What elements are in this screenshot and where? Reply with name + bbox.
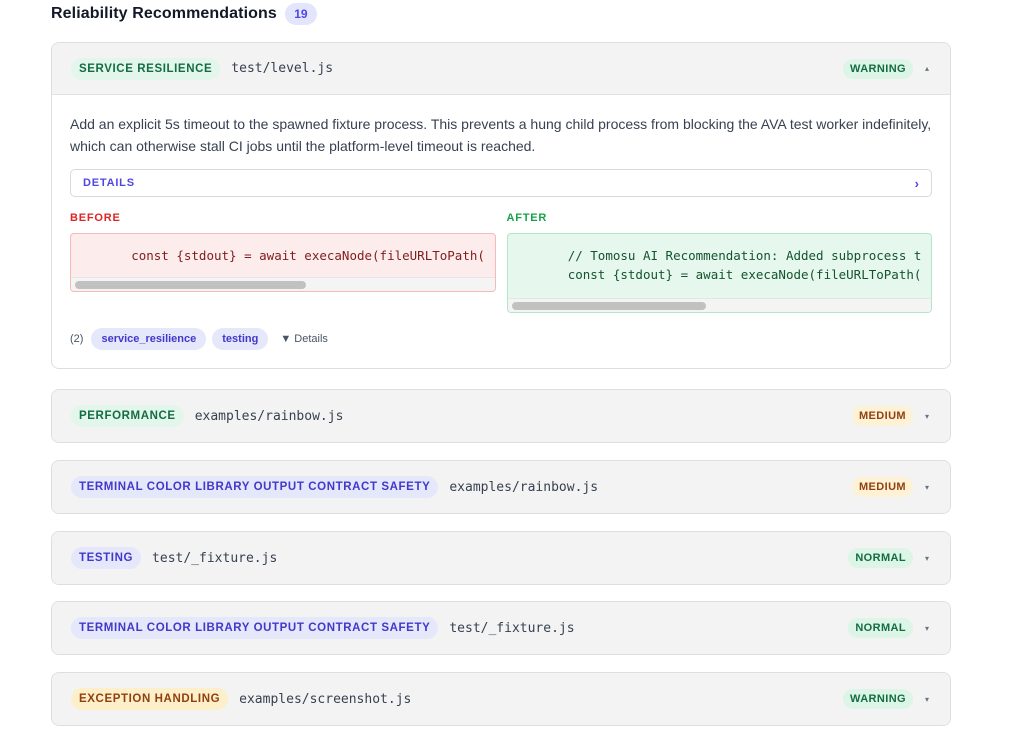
recommendation-description: Add an explicit 5s timeout to the spawne… [70,116,932,154]
tag-count: (2) [70,333,84,345]
tag-chip[interactable]: testing [212,328,269,350]
file-path: examples/rainbow.js [449,479,599,495]
after-code: // Tomosu AI Recommendation: Added subpr… [567,248,922,282]
expand-caret-icon[interactable]: ▾ [923,412,931,421]
before-horizontal-scrollbar[interactable] [71,277,495,291]
details-toggle[interactable]: ▼ Details [280,333,328,345]
file-path: test/_fixture.js [152,550,278,566]
expand-caret-icon[interactable]: ▾ [923,695,931,704]
scrollbar-thumb[interactable] [511,302,706,310]
category-badge: TESTING [71,547,142,569]
recommendation-card[interactable]: TERMINAL COLOR LIBRARY OUTPUT CONTRACT S… [51,601,951,655]
collapse-caret-icon[interactable]: ▴ [923,64,931,73]
card-header[interactable]: TERMINAL COLOR LIBRARY OUTPUT CONTRACT S… [52,602,950,654]
scrollbar-thumb[interactable] [75,281,306,289]
severity-badge: NORMAL [848,548,913,568]
tag-row: (2) service_resilience testing ▼ Details [70,328,932,350]
severity-badge: MEDIUM [851,477,913,497]
category-badge: TERMINAL COLOR LIBRARY OUTPUT CONTRACT S… [71,476,439,498]
category-badge: SERVICE RESILIENCE [71,57,221,80]
after-label: AFTER [506,212,548,224]
recommendation-card[interactable]: EXCEPTION HANDLING examples/screenshot.j… [51,672,951,726]
category-badge: TERMINAL COLOR LIBRARY OUTPUT CONTRACT S… [71,617,439,639]
file-path: examples/rainbow.js [194,408,344,424]
section-header: Reliability Recommendations 19 [51,2,317,26]
code-comparison: BEFORE const {stdout} = await execaNode(… [70,212,932,313]
category-badge: EXCEPTION HANDLING [71,688,229,710]
recommendation-count-badge: 19 [284,3,317,25]
expand-caret-icon[interactable]: ▾ [923,554,931,563]
details-expander[interactable]: DETAILS › [70,169,932,197]
recommendation-card[interactable]: TESTING test/_fixture.js NORMAL ▾ [51,531,951,585]
file-path: examples/screenshot.js [239,691,412,707]
severity-badge: WARNING [843,689,913,709]
details-label: DETAILS [83,177,135,189]
after-code-block: // Tomosu AI Recommendation: Added subpr… [506,233,932,313]
after-pane: AFTER // Tomosu AI Recommendation: Added… [506,212,932,313]
chevron-right-icon: › [914,175,919,191]
recommendation-card[interactable]: TERMINAL COLOR LIBRARY OUTPUT CONTRACT S… [51,460,951,514]
severity-badge: NORMAL [848,618,913,638]
severity-badge: WARNING [843,58,913,79]
before-code: const {stdout} = await execaNode(fileURL… [71,248,485,263]
card-header[interactable]: PERFORMANCE examples/rainbow.js MEDIUM ▾ [52,390,950,442]
card-body: Add an explicit 5s timeout to the spawne… [52,95,950,368]
section-title: Reliability Recommendations [51,5,277,22]
before-label: BEFORE [70,212,121,224]
card-header[interactable]: TESTING test/_fixture.js NORMAL ▾ [52,532,950,584]
file-path: test/level.js [231,61,334,76]
after-horizontal-scrollbar[interactable] [507,298,931,312]
recommendation-card: SERVICE RESILIENCE test/level.js WARNING… [51,42,951,369]
card-header[interactable]: TERMINAL COLOR LIBRARY OUTPUT CONTRACT S… [52,461,950,513]
recommendation-card[interactable]: PERFORMANCE examples/rainbow.js MEDIUM ▾ [51,389,951,443]
severity-badge: MEDIUM [851,406,913,426]
card-header[interactable]: EXCEPTION HANDLING examples/screenshot.j… [52,673,950,725]
before-pane: BEFORE const {stdout} = await execaNode(… [70,212,496,313]
expand-caret-icon[interactable]: ▾ [923,483,931,492]
file-path: test/_fixture.js [449,620,575,636]
card-header[interactable]: SERVICE RESILIENCE test/level.js WARNING… [52,43,950,95]
expand-caret-icon[interactable]: ▾ [923,624,931,633]
before-code-block: const {stdout} = await execaNode(fileURL… [70,233,496,292]
tag-chip[interactable]: service_resilience [91,328,207,350]
category-badge: PERFORMANCE [71,405,184,427]
